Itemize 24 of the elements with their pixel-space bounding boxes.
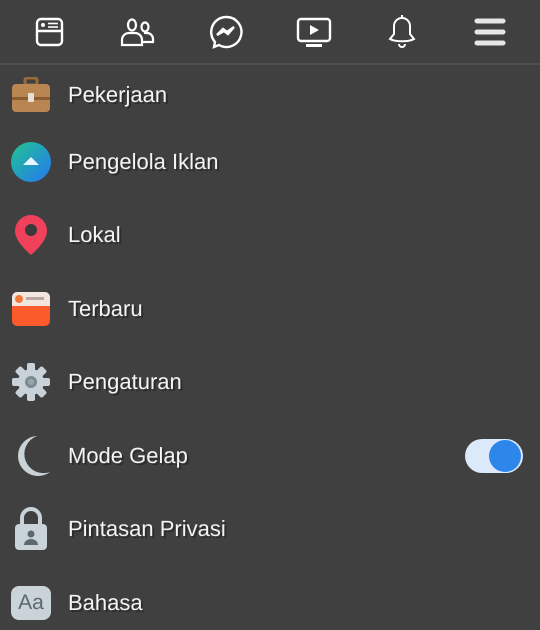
menu-item-label: Pengelola Iklan <box>68 148 220 175</box>
menu-item-label: Lokal <box>68 222 122 248</box>
menu-item[interactable]: Terbaru <box>0 272 540 346</box>
language-icon: Aa <box>11 586 51 620</box>
location-pin-icon <box>14 214 48 256</box>
menu-item[interactable]: Pekerjaan <box>0 65 540 125</box>
menu-item-label: Mode Gelap <box>68 442 189 469</box>
feed-card-icon <box>11 290 51 327</box>
menu-item[interactable]: Pengelola Iklan <box>0 125 540 198</box>
menu-item-label: Terbaru <box>68 296 144 322</box>
menu-item[interactable]: Pintasan Privasi <box>0 492 540 566</box>
briefcase-icon <box>11 77 51 113</box>
menu-item[interactable]: Pengaturan <box>0 346 540 419</box>
menu-item-label: Pekerjaan <box>68 82 168 108</box>
dark-mode-toggle[interactable] <box>465 438 523 473</box>
menu-item[interactable]: Aa Bahasa <box>0 566 540 630</box>
menu-item[interactable]: Mode Gelap <box>0 419 540 492</box>
menu-item[interactable]: Lokal <box>0 198 540 272</box>
lock-icon <box>13 507 49 552</box>
menu-item-label: Pintasan Privasi <box>68 516 227 542</box>
menu-item-label: Pengaturan <box>68 369 183 396</box>
ads-manager-icon <box>10 140 52 183</box>
menu-item-label: Bahasa <box>68 590 144 616</box>
gear-icon <box>11 362 51 402</box>
